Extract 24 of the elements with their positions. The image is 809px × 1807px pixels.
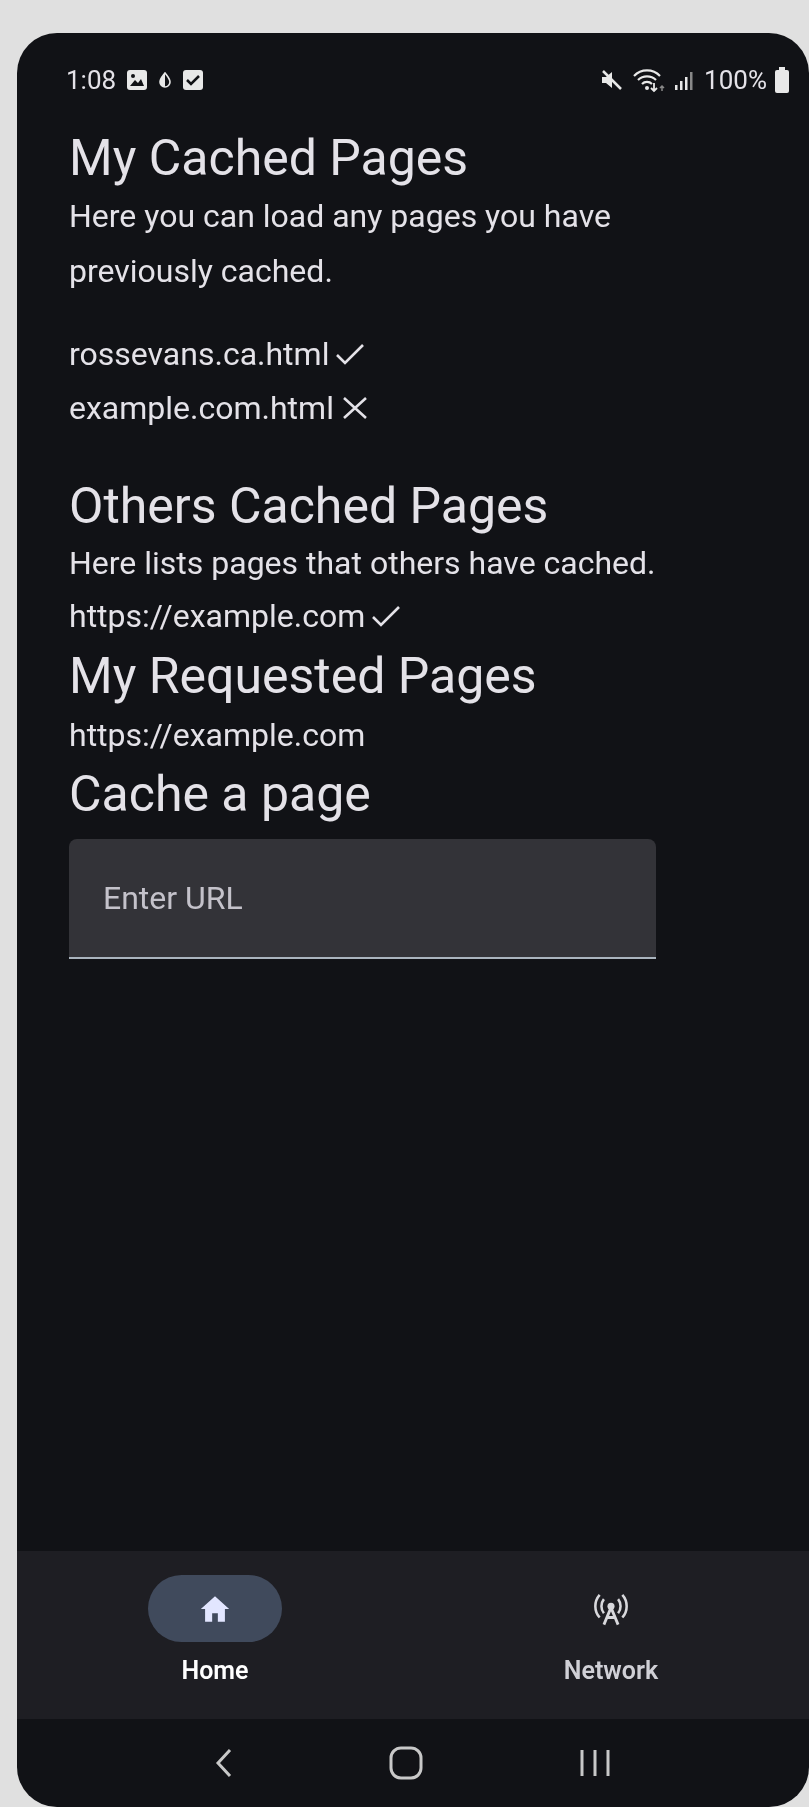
page-entry: https://example.com [69, 596, 366, 637]
contrast-icon [158, 72, 173, 88]
nav-item[interactable]: Network [413, 1551, 809, 1719]
home-button-icon[interactable] [389, 1746, 423, 1780]
checkbox-icon [182, 69, 205, 91]
section-description: Here lists pages that others have cached. [69, 543, 657, 584]
recents-icon[interactable] [579, 1748, 611, 1778]
url-input-field[interactable]: Enter URL [69, 839, 656, 959]
battery-percent: 100% [704, 63, 767, 97]
antenna-icon [594, 1591, 628, 1626]
page-entry: example.com.html [69, 388, 334, 429]
nav-item[interactable]: Home [17, 1551, 413, 1719]
section-heading: My Requested Pages [69, 646, 538, 707]
battery-icon [775, 67, 789, 93]
section-heading: My Cached Pages [69, 128, 470, 189]
section-heading: Cache a page [69, 764, 372, 825]
page-entry: rossevans.ca.html [69, 334, 330, 375]
section-description: Here you can load any pages you have previously cached. [69, 196, 612, 292]
wifi-icon [632, 67, 667, 93]
image-icon [126, 69, 149, 91]
requested-page: https://example.com [69, 715, 367, 756]
status-time: 1:08 [66, 63, 117, 97]
section-heading: Others Cached Pages [69, 476, 550, 537]
back-icon[interactable] [215, 1748, 233, 1778]
